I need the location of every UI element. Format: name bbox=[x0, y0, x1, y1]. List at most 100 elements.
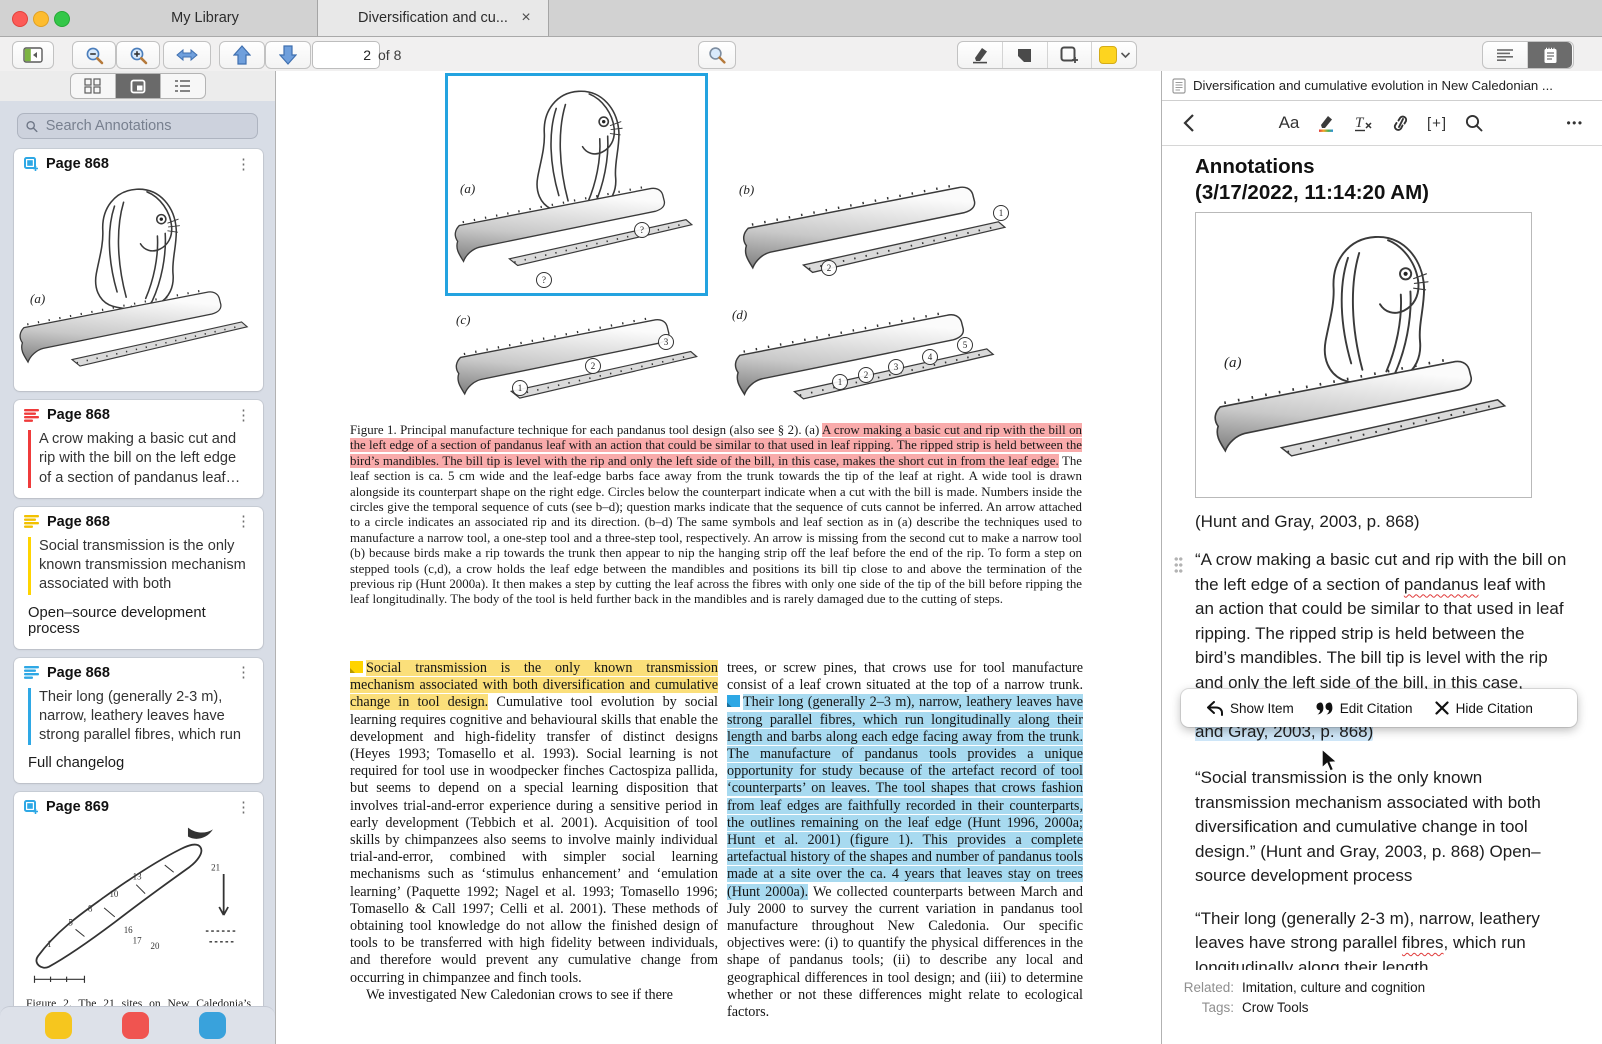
zoom-in-button[interactable] bbox=[116, 41, 160, 69]
note-editor-content[interactable]: Annotations (3/17/2022, 11:14:20 AM) (a)… bbox=[1162, 154, 1602, 980]
sequence-mark: ? bbox=[634, 222, 650, 238]
tab-my-library-label: My Library bbox=[171, 10, 239, 26]
body-column-left: Social transmission is the only known tr… bbox=[350, 660, 718, 1020]
annotation-image-crow: (a) bbox=[14, 176, 263, 391]
view-toggle-group bbox=[1482, 41, 1574, 69]
selected-image-annotation[interactable]: (a) ? ? bbox=[445, 73, 708, 296]
annotations-list: Page 868 ⋮ (a) Page 868 ⋮ A bbox=[0, 101, 275, 1044]
hide-citation-label: Hide Citation bbox=[1455, 700, 1533, 716]
notebook-icon bbox=[1544, 47, 1556, 63]
yellow-note-icon[interactable] bbox=[350, 661, 363, 673]
note-quote-3[interactable]: “Their long (generally 2-3 m), narrow, l… bbox=[1195, 907, 1567, 981]
filter-yellow-chip[interactable] bbox=[45, 1012, 72, 1039]
zotero-window: My Library Diversification and cu... × 2… bbox=[0, 0, 1602, 1044]
clear-format-icon: T bbox=[1355, 115, 1372, 131]
tab-my-library[interactable]: My Library bbox=[90, 0, 320, 36]
note-title-line2: (3/17/2022, 11:14:20 AM) bbox=[1195, 181, 1429, 204]
annotation-card-blue-868[interactable]: Page 868 ⋮ Their long (generally 2-3 m),… bbox=[14, 657, 263, 784]
leaf-drawing bbox=[728, 299, 1006, 417]
zoom-out-button[interactable] bbox=[72, 41, 116, 69]
note-pane-header: Diversification and cumulative evolution… bbox=[1162, 71, 1602, 101]
blue-note-icon[interactable] bbox=[727, 695, 740, 708]
titlebar: My Library Diversification and cu... × bbox=[0, 0, 1602, 37]
drag-handle-icon[interactable] bbox=[1174, 556, 1183, 573]
sidebar-view-switcher bbox=[0, 71, 275, 101]
area-select-icon bbox=[1060, 46, 1078, 63]
show-item-button[interactable]: Show Item bbox=[1195, 700, 1305, 716]
note-title[interactable]: Annotations (3/17/2022, 11:14:20 AM) bbox=[1195, 154, 1567, 206]
highlight-color-button[interactable] bbox=[1308, 108, 1344, 138]
close-icon bbox=[1434, 701, 1449, 715]
annotation-menu-icon[interactable]: ⋮ bbox=[234, 800, 253, 815]
caption-text: Figure 1. Principal manufacture techniqu… bbox=[350, 423, 822, 437]
notes-view-button[interactable] bbox=[1528, 42, 1572, 68]
thumbnails-view-button[interactable] bbox=[71, 74, 116, 98]
back-button[interactable] bbox=[1170, 108, 1206, 138]
sidebar-toggle-icon bbox=[23, 47, 43, 63]
search-icon bbox=[709, 47, 726, 64]
annotation-menu-icon[interactable]: ⋮ bbox=[234, 665, 253, 680]
tags-value[interactable]: Crow Tools bbox=[1242, 998, 1309, 1018]
insert-citation-button[interactable]: [+] bbox=[1419, 108, 1455, 138]
svg-text:21: 21 bbox=[211, 863, 220, 873]
tab-document[interactable]: Diversification and cu... × bbox=[317, 0, 549, 36]
body-text: We collected counterparts between March … bbox=[727, 883, 1083, 1020]
more-options-button[interactable]: ••• bbox=[1557, 108, 1593, 138]
annotation-menu-icon[interactable]: ⋮ bbox=[234, 408, 253, 423]
sequence-mark: 5 bbox=[957, 337, 973, 353]
edit-citation-button[interactable]: Edit Citation bbox=[1305, 701, 1424, 716]
clear-formatting-button[interactable]: T bbox=[1345, 108, 1381, 138]
sequence-mark: 1 bbox=[512, 380, 528, 396]
tab-close-icon[interactable]: × bbox=[516, 8, 536, 28]
zoom-page-width-button[interactable] bbox=[163, 41, 211, 69]
outline-view-button[interactable] bbox=[161, 74, 205, 98]
find-in-document-button[interactable] bbox=[698, 41, 736, 69]
annotation-page-label: Page 868 bbox=[46, 156, 109, 172]
filter-blue-chip[interactable] bbox=[199, 1012, 226, 1039]
leaf-drawing bbox=[1210, 335, 1516, 485]
document-icon bbox=[1172, 77, 1186, 94]
note-tool-button[interactable] bbox=[1003, 42, 1048, 68]
misspelled-word: fibres bbox=[1401, 933, 1444, 952]
hide-citation-button[interactable]: Hide Citation bbox=[1424, 701, 1544, 716]
annotation-menu-icon[interactable]: ⋮ bbox=[234, 157, 253, 172]
annotations-view-button[interactable] bbox=[1483, 42, 1528, 68]
figure1-caption: Figure 1. Principal manufacture techniqu… bbox=[350, 423, 1082, 608]
annotation-search[interactable] bbox=[17, 113, 258, 139]
annotation-card-red-868[interactable]: Page 868 ⋮ A crow making a basic cut and… bbox=[14, 400, 263, 498]
toggle-sidebar-button[interactable] bbox=[12, 41, 54, 69]
sequence-mark: 4 bbox=[922, 349, 938, 365]
annotation-comment: Full changelog bbox=[28, 755, 125, 772]
annotation-color-filter-bar bbox=[0, 1006, 275, 1044]
blue-highlight-annotation[interactable]: Their long (generally 2–3 m), narrow, le… bbox=[727, 694, 1083, 900]
note-search-button[interactable] bbox=[1456, 108, 1492, 138]
link-button[interactable] bbox=[1382, 108, 1418, 138]
insert-citation-label: [+] bbox=[1426, 114, 1448, 132]
text-format-button[interactable]: Aa bbox=[1271, 108, 1307, 138]
show-item-label: Show Item bbox=[1230, 700, 1294, 716]
annotations-view-tab[interactable] bbox=[115, 74, 161, 98]
close-window-button[interactable] bbox=[12, 11, 28, 27]
filter-red-chip[interactable] bbox=[122, 1012, 149, 1039]
note-title-line1: Annotations bbox=[1195, 155, 1315, 178]
annotation-card-image-868[interactable]: Page 868 ⋮ (a) bbox=[14, 149, 263, 391]
related-value[interactable]: Imitation, culture and cognition bbox=[1242, 978, 1425, 998]
page-number-input[interactable] bbox=[312, 41, 380, 69]
svg-text:8: 8 bbox=[88, 904, 93, 914]
next-page-button[interactable] bbox=[265, 41, 311, 69]
highlight-tool-button[interactable] bbox=[958, 42, 1003, 68]
tags-label: Tags: bbox=[1201, 1000, 1234, 1015]
zoom-window-button[interactable] bbox=[54, 11, 70, 27]
minimize-window-button[interactable] bbox=[33, 11, 49, 27]
zoom-out-icon bbox=[86, 47, 103, 64]
annotation-search-input[interactable] bbox=[43, 117, 249, 135]
annotation-menu-icon[interactable]: ⋮ bbox=[234, 514, 253, 529]
annotation-tools-group bbox=[957, 41, 1137, 69]
image-citation[interactable]: (Hunt and Gray, 2003, p. 868) bbox=[1195, 512, 1567, 532]
note-quote-2[interactable]: “Social transmission is the only known t… bbox=[1195, 766, 1567, 889]
previous-page-button[interactable] bbox=[219, 41, 265, 69]
area-select-tool-button[interactable] bbox=[1048, 42, 1093, 68]
note-embedded-image[interactable]: (a) bbox=[1195, 212, 1532, 498]
annotation-card-yellow-868[interactable]: Page 868 ⋮ Social transmission is the on… bbox=[14, 506, 263, 649]
annotation-color-picker[interactable] bbox=[1092, 42, 1136, 68]
